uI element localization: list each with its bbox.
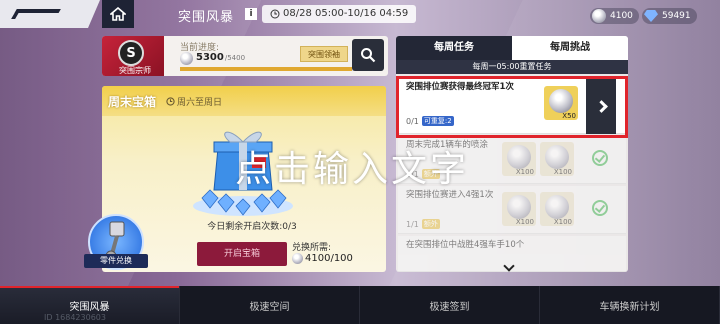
open-chest-button[interactable]: 开启宝箱 [197, 242, 287, 266]
coin-amount: 4100 [610, 11, 633, 21]
back-button[interactable] [0, 0, 100, 28]
progress-current: 5300 [196, 52, 224, 63]
overlay-text[interactable]: 点击输入文字 [235, 140, 469, 192]
coin-reward-icon [507, 195, 531, 219]
progress-max: /5400 [224, 54, 246, 62]
nav-tab-speed-checkin[interactable]: 极速签到 [360, 286, 540, 324]
gem-icon [644, 10, 658, 22]
task-count-text: 1/1 [406, 219, 419, 229]
cost-value-text: 4100/100 [305, 253, 353, 264]
top-bar: 突围风暴 i 08/28 05:00-10/16 04:59 4100 5949… [0, 0, 720, 30]
progress-coin-icon [180, 52, 193, 65]
reward-item: X100 [502, 142, 536, 176]
task-title: 在突围排位中战胜4强车手10个 [406, 240, 525, 250]
reward-item-extra: X100 [540, 142, 574, 176]
chest-title: 周末宝箱 [108, 95, 157, 109]
parts-exchange-label[interactable]: 零件兑换 [84, 254, 148, 268]
chest-days-text: 周六至周日 [177, 98, 223, 108]
coin-reward-icon [545, 145, 569, 169]
user-id: ID 1684230603 [44, 313, 106, 322]
clock-icon [270, 9, 280, 19]
nav-tab-car-renewal[interactable]: 车辆换新计划 [540, 286, 720, 324]
coin-icon [592, 9, 606, 23]
remaining-opens: 今日剩余开启次数:0/3 [207, 222, 297, 232]
rank-badge: S [118, 40, 144, 66]
reward-qty: X100 [515, 218, 534, 226]
reward-qty: X100 [515, 168, 534, 176]
tab-weekly-challenge[interactable]: 每周挑战 [512, 36, 628, 60]
search-button[interactable] [352, 39, 384, 71]
tasks-tabs: 每周任务 每周挑战 [396, 36, 628, 60]
page-title: 突围风暴 [178, 10, 235, 25]
highlight-box [396, 76, 628, 138]
search-icon [361, 48, 376, 63]
event-time: 08/28 05:00-10/16 04:59 [262, 5, 417, 23]
coin-reward-icon [545, 195, 569, 219]
home-button[interactable] [102, 0, 134, 28]
progress-bar [180, 67, 356, 71]
reward-item: X100 [502, 192, 536, 226]
clock-icon [166, 97, 175, 106]
reward-qty: X100 [553, 168, 572, 176]
progress-value: 5300 /5400 [196, 52, 245, 63]
rank-name: 突围宗师 [119, 66, 151, 75]
back-arrow-icon [11, 9, 61, 19]
task-count: 1/1 额外 [406, 219, 440, 229]
gem-currency[interactable]: 59491 [642, 8, 697, 24]
home-icon [110, 7, 126, 21]
cost-label: 兑换所需: [292, 243, 332, 253]
info-icon[interactable]: i [245, 8, 257, 20]
reset-notice: 每周一05:00重置任务 [396, 60, 628, 74]
progress-fill [180, 67, 353, 71]
chest-days: 周六至周日 [166, 95, 222, 108]
reset-text: 每周一05:00重置任务 [472, 62, 552, 71]
reward-item-extra: X100 [540, 192, 574, 226]
coin-currency[interactable]: 4100 [590, 8, 639, 24]
completed-check-icon [592, 200, 608, 216]
cost-value: 4100/100 [292, 253, 353, 264]
leader-tag-button[interactable]: 突围领袖 [300, 46, 348, 62]
event-time-text: 08/28 05:00-10/16 04:59 [283, 8, 409, 19]
nav-tab-speed-space[interactable]: 极速空间 [180, 286, 360, 324]
coin-icon [292, 253, 303, 264]
gem-amount: 59491 [662, 11, 691, 21]
coin-reward-icon [507, 145, 531, 169]
reward-qty: X100 [553, 218, 572, 226]
completed-check-icon [592, 150, 608, 166]
extra-badge: 额外 [421, 219, 440, 229]
task-item[interactable]: 突围排位赛进入4强1次 1/1 额外 X100 X100 [398, 186, 626, 234]
tab-weekly-tasks[interactable]: 每周任务 [396, 36, 512, 60]
bottom-nav: 突围风暴 极速空间 极速签到 车辆换新计划 [0, 286, 720, 324]
